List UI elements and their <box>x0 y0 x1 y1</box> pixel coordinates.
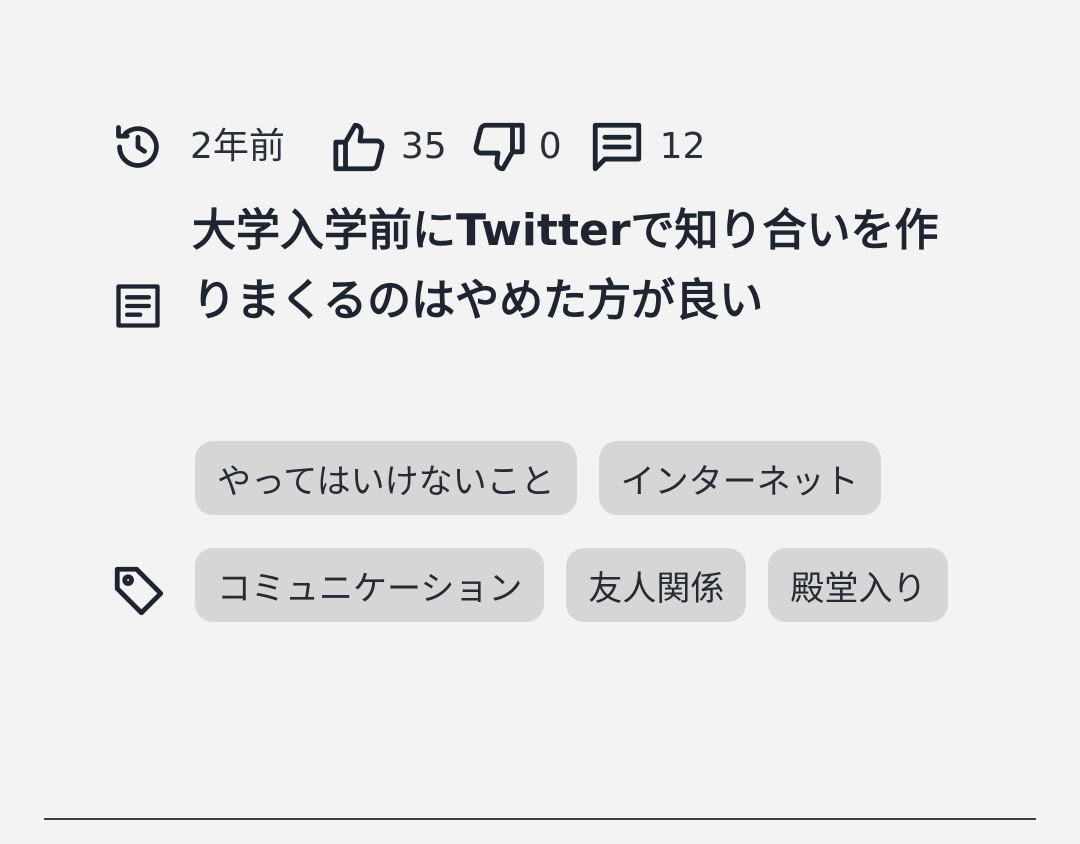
like-count: 35 <box>400 126 447 167</box>
tag-chip[interactable]: 友人関係 <box>566 548 747 622</box>
thumbs-down-icon[interactable] <box>469 118 527 176</box>
comment-count: 12 <box>659 126 706 167</box>
post-title[interactable]: 大学入学前にTwitterで知り合いを作りまくるのはやめた方が良い <box>192 196 962 336</box>
tag-chip[interactable]: インターネット <box>598 441 881 515</box>
article-icon <box>112 280 164 336</box>
comment-icon[interactable] <box>588 118 646 176</box>
tag-chip[interactable]: コミュニケーション <box>195 548 545 622</box>
divider <box>44 818 1036 820</box>
post-meta: 2年前 35 0 12 <box>112 114 705 180</box>
post-card: 2年前 35 0 12 大学入学前にTwitterで知り合いを作りまくるのはやめ… <box>0 0 1080 844</box>
history-icon <box>112 121 164 173</box>
tag-chip[interactable]: やってはいけないこと <box>195 441 577 515</box>
posted-time: 2年前 <box>190 126 285 167</box>
tag-chip[interactable]: 殿堂入り <box>768 548 949 622</box>
tag-icon <box>110 562 168 624</box>
dislike-count: 0 <box>538 126 562 167</box>
tag-list: やってはいけないこと インターネット コミュニケーション 友人関係 殿堂入り <box>195 441 955 622</box>
thumbs-up-icon[interactable] <box>331 118 389 176</box>
